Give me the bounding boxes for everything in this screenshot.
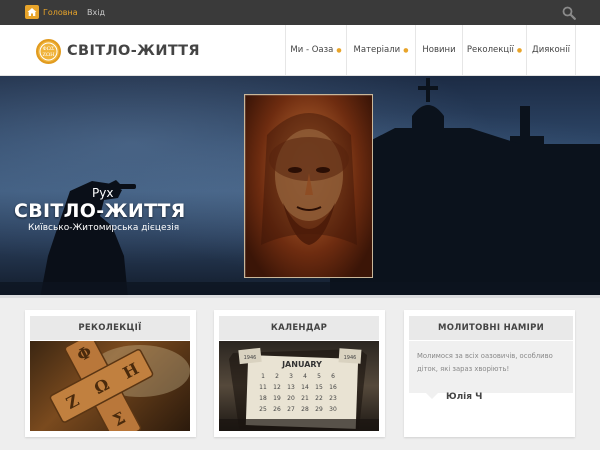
svg-text:20: 20 <box>287 395 295 402</box>
home-icon[interactable] <box>25 5 39 19</box>
svg-text:19: 19 <box>273 395 281 402</box>
nav-item-diakonia[interactable]: Дияконії <box>526 25 576 75</box>
prayer-text: Молимося за всіх оазовичів, особливо діт… <box>417 352 553 373</box>
svg-text:ΖΩΗ: ΖΩΗ <box>43 52 56 58</box>
card-title: МОЛИТОВНІ НАМІРИ <box>437 323 545 333</box>
prayer-card: МОЛИТОВНІ НАМІРИ Молимося за всіх оазови… <box>404 310 575 437</box>
svg-text:30: 30 <box>329 406 337 413</box>
svg-text:11: 11 <box>259 384 267 391</box>
search-icon[interactable] <box>562 6 576 20</box>
caret-down-icon: ● <box>516 47 523 54</box>
hero-title: СВІТЛО-ЖИТТЯ <box>14 200 186 222</box>
svg-text:12: 12 <box>273 384 281 391</box>
logo-icon[interactable]: ΦΩΣ ΖΩΗ <box>36 39 61 64</box>
cross-image[interactable]: Φ Ζ Ω Η Σ <box>30 341 190 431</box>
card-title: КАЛЕНДАР <box>270 323 328 333</box>
svg-text:4: 4 <box>303 373 307 380</box>
caret-down-icon: ● <box>403 47 409 54</box>
svg-text:18: 18 <box>259 395 267 402</box>
svg-text:26: 26 <box>273 406 281 413</box>
prayer-text-box: Молимося за всіх оазовичів, особливо діт… <box>409 341 573 393</box>
svg-text:27: 27 <box>287 406 295 413</box>
hero-subtitle: Рух <box>92 186 114 200</box>
svg-text:13: 13 <box>287 384 295 391</box>
svg-text:1: 1 <box>261 373 265 380</box>
calendar-year-left: 1946 <box>244 355 257 361</box>
svg-text:3: 3 <box>289 373 293 380</box>
card-header: РЕКОЛЕКЦІЇ <box>30 316 190 340</box>
caret-down-icon: ● <box>336 47 342 54</box>
svg-text:28: 28 <box>301 406 309 413</box>
site-logo-text[interactable]: СВІТЛО-ЖИТТЯ <box>67 42 200 60</box>
login-link[interactable]: Вхід <box>87 7 105 18</box>
nav-item-materials[interactable]: Матеріали ● <box>346 25 415 75</box>
nav-label: Ми - Оаза <box>290 45 334 55</box>
card-header: МОЛИТОВНІ НАМІРИ <box>409 316 573 340</box>
home-link[interactable]: Головна <box>43 7 78 18</box>
prayer-author[interactable]: Юлія Ч <box>446 392 482 402</box>
svg-text:6: 6 <box>331 373 335 380</box>
svg-text:22: 22 <box>315 395 323 402</box>
nav-label: Дияконії <box>532 45 570 55</box>
christ-portrait-image <box>244 94 373 278</box>
statue-silhouette <box>40 180 136 298</box>
svg-text:5: 5 <box>317 373 321 380</box>
hero-diocese: Київсько-Житомирська дієцезія <box>28 223 180 233</box>
svg-text:29: 29 <box>315 406 323 413</box>
nav-item-oasis[interactable]: Ми - Оаза ● <box>285 25 346 75</box>
calendar-month: JANUARY <box>281 360 322 369</box>
site-header: ΦΩΣ ΖΩΗ СВІТЛО-ЖИТТЯ Ми - Оаза ● Матеріал… <box>0 25 600 76</box>
calendar-card: КАЛЕНДАР 1946 1946 JANUARY 123456 11 12 13… <box>214 310 385 437</box>
nav-item-retreats[interactable]: Реколекції ● <box>462 25 526 75</box>
svg-text:21: 21 <box>301 395 309 402</box>
nav-label: Реколекції <box>466 45 514 55</box>
top-bar: Головна Вхід <box>0 0 600 25</box>
nav-label: Матеріали <box>353 45 401 55</box>
retreats-card: РЕКОЛЕКЦІЇ Φ Ζ Ω Η Σ <box>25 310 196 437</box>
svg-text:25: 25 <box>259 406 267 413</box>
hero-banner: Рух СВІТЛО-ЖИТТЯ Київсько-Житомирська ді… <box>0 76 600 298</box>
calendar-image[interactable]: 1946 1946 JANUARY 123456 11 12 13 14 15 16 18… <box>219 341 379 431</box>
svg-text:14: 14 <box>301 384 309 391</box>
svg-text:2: 2 <box>275 373 279 380</box>
nav-label: Новини <box>422 45 456 55</box>
card-title: РЕКОЛЕКЦІЇ <box>78 323 142 333</box>
quote-pointer <box>426 393 438 399</box>
svg-text:16: 16 <box>329 384 337 391</box>
svg-text:23: 23 <box>329 395 337 402</box>
svg-text:15: 15 <box>315 384 323 391</box>
nav-item-news[interactable]: Новини <box>415 25 462 75</box>
card-header: КАЛЕНДАР <box>219 316 379 340</box>
calendar-year-right: 1946 <box>344 355 357 361</box>
